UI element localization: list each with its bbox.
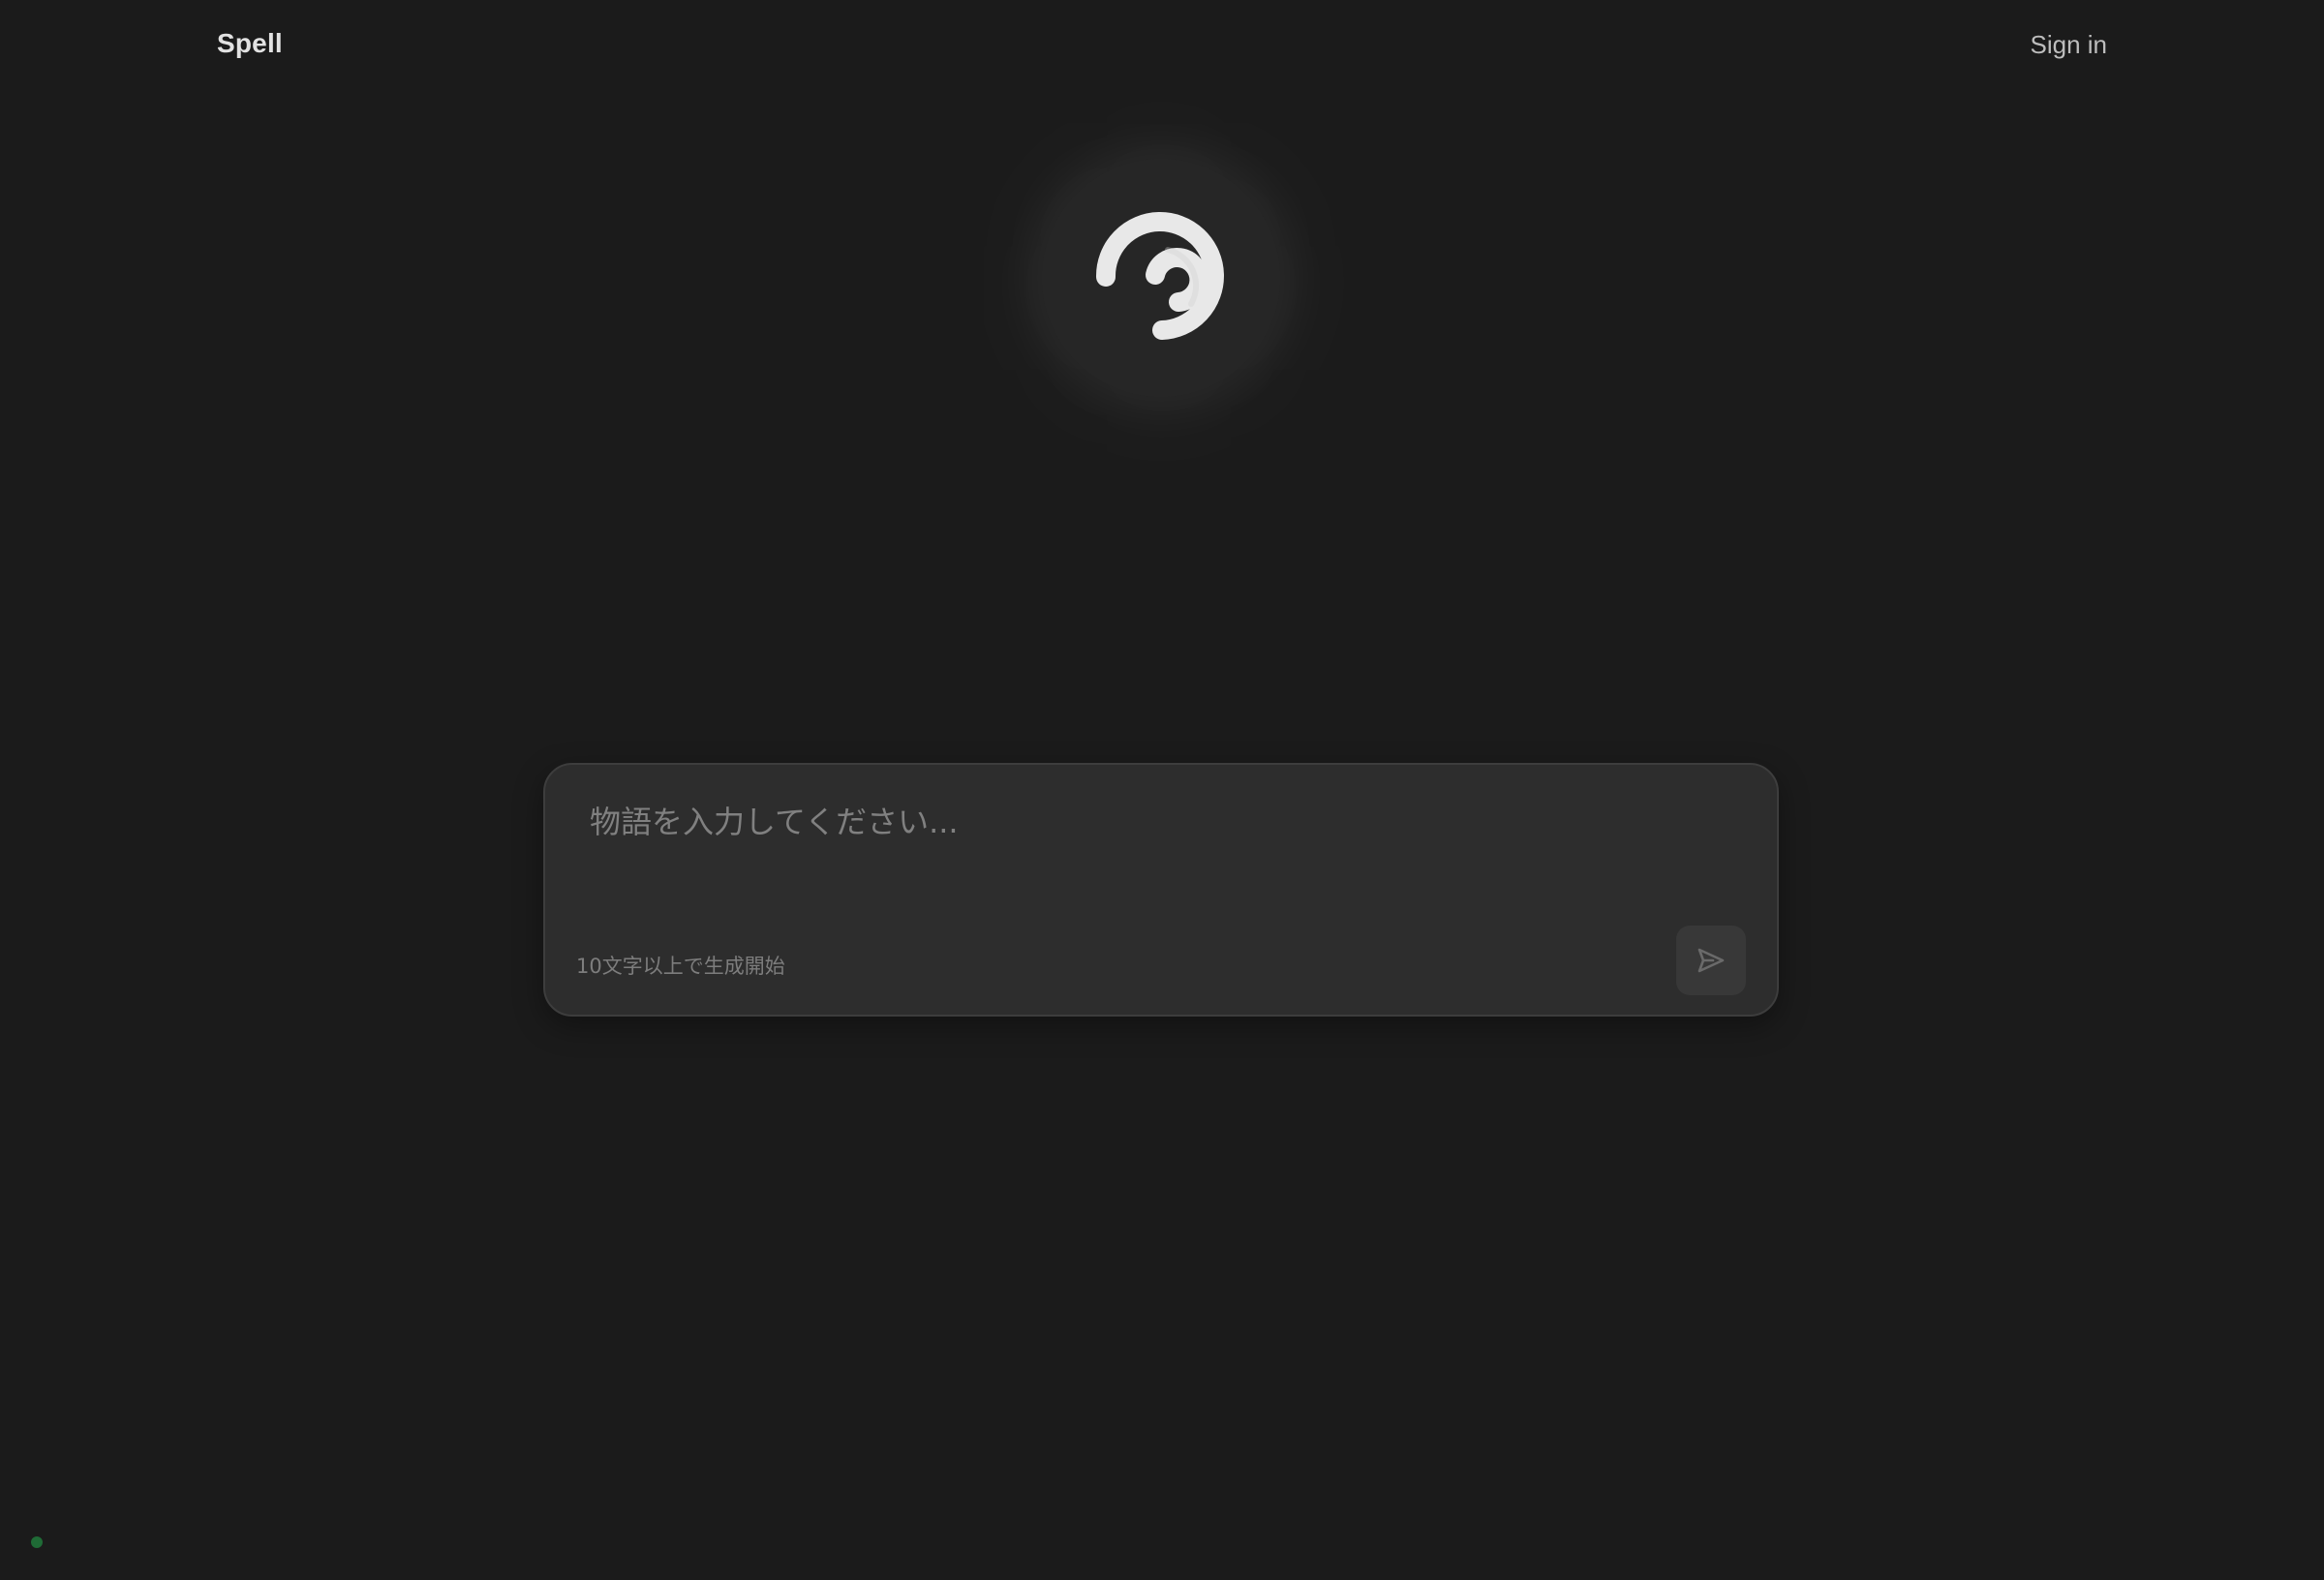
send-button[interactable] — [1676, 926, 1746, 995]
brand-logo-text[interactable]: Spell — [217, 28, 283, 59]
connection-status-dot — [31, 1536, 43, 1548]
send-icon — [1697, 948, 1725, 973]
app-page: Spell Sign in 10文字以上で生成開始 — [0, 0, 2324, 1580]
app-logo — [1042, 159, 1280, 397]
min-length-hint: 10文字以上で生成開始 — [576, 955, 785, 978]
sign-in-link[interactable]: Sign in — [2031, 30, 2108, 60]
story-input[interactable] — [590, 798, 1713, 904]
spinner-swirl-icon — [1095, 212, 1224, 340]
story-composer: 10文字以上で生成開始 — [543, 763, 1779, 1017]
